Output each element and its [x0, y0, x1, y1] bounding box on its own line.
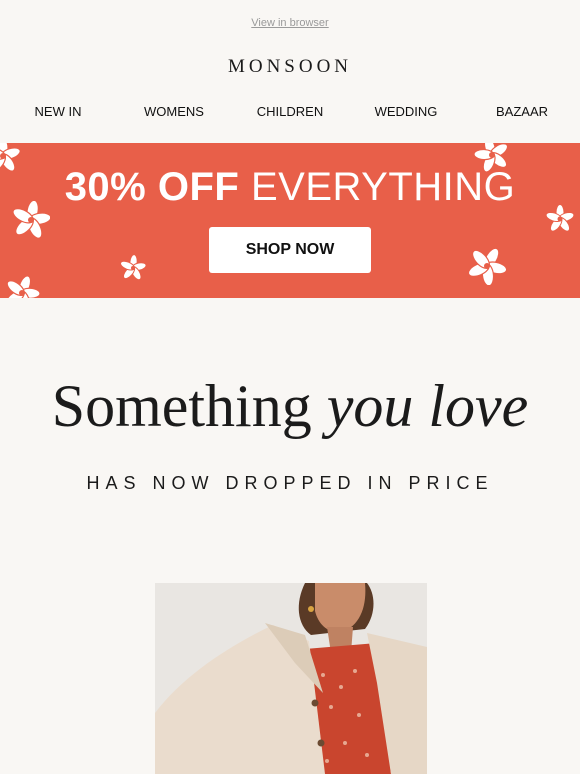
product-photo[interactable] [155, 583, 427, 774]
nav-item-bazaar[interactable]: BAZAAR [496, 104, 548, 119]
nav-item-wedding[interactable]: WEDDING [375, 104, 438, 119]
hero-heading-italic: you love [326, 373, 529, 439]
flower-icon [120, 255, 146, 281]
nav-item-womens[interactable]: WOMENS [144, 104, 204, 119]
banner-headline-bold: 30% OFF [64, 165, 240, 209]
main-nav: NEW IN WOMENS CHILDREN WEDDING BAZAAR [0, 104, 580, 120]
brand-logo[interactable]: MONSOON [0, 56, 580, 78]
banner-headline-light: EVERYTHING [250, 165, 516, 209]
product-photo-illustration [155, 583, 427, 774]
nav-item-children[interactable]: CHILDREN [257, 104, 323, 119]
nav-item-new-in[interactable]: NEW IN [35, 104, 82, 119]
hero-subheading: HAS NOW DROPPED IN PRICE [86, 473, 494, 493]
hero-heading-regular: Something [51, 373, 312, 439]
sale-banner[interactable]: 30% OFF EVERYTHING SHOP NOW [0, 143, 580, 298]
shop-now-button[interactable]: SHOP NOW [209, 227, 371, 273]
flower-icon [6, 275, 40, 298]
view-in-browser-link[interactable]: View in browser [0, 17, 580, 29]
hero-heading: Something you love [0, 372, 580, 441]
banner-headline: 30% OFF EVERYTHING [0, 165, 580, 210]
flower-icon [468, 247, 506, 285]
